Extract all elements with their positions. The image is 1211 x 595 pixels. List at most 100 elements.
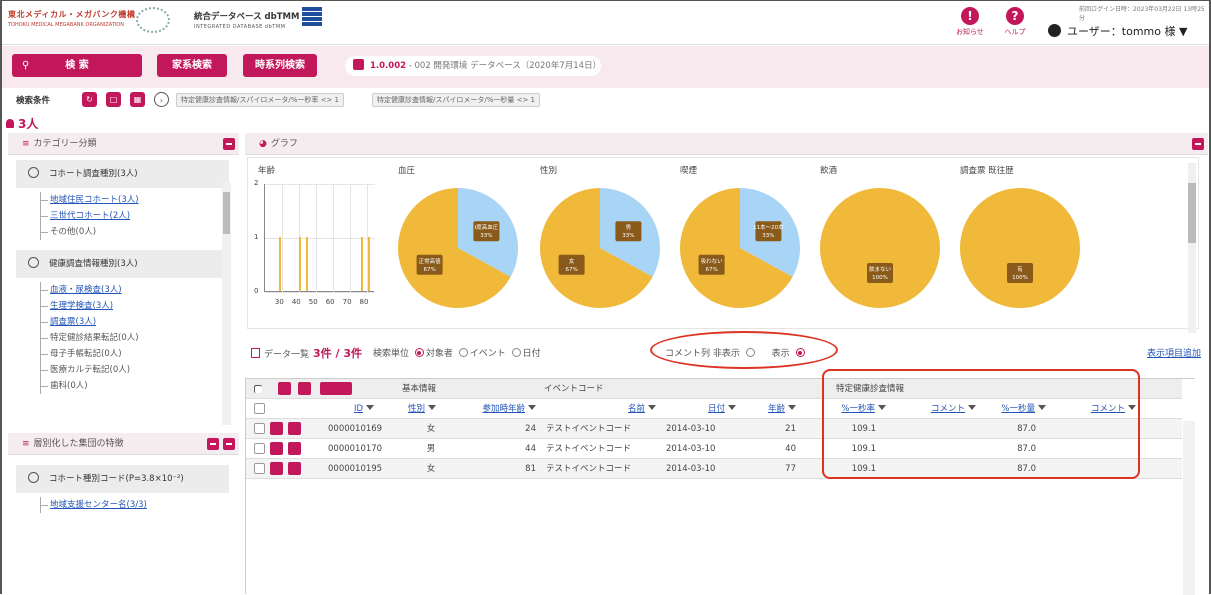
search-button[interactable]: ⚲ 検 索 — [12, 54, 142, 77]
user-icon — [1048, 24, 1061, 37]
load-icon[interactable]: ▦ — [130, 92, 145, 107]
group-label: 健康調査情報種別(3人) — [49, 259, 138, 269]
chart-title: 年齢 — [258, 166, 276, 176]
settings-icon[interactable] — [207, 438, 219, 450]
column-header-age[interactable]: 年齢 — [746, 399, 796, 419]
pie-chart: 男 33% 女 67% — [540, 188, 660, 308]
app-header: 東北メディカル・メガバンク機構 TOHOKU MEDICAL MEGABANK … — [2, 1, 1209, 45]
slice-percent: 33% — [480, 233, 492, 239]
help-button[interactable]: ? ヘルプ — [997, 7, 1033, 37]
timeseries-search-button[interactable]: 時系列検索 — [243, 54, 317, 77]
list-item: 特定健診結果転記(0人) — [8, 330, 239, 346]
column-label: 参加時年齢 — [482, 404, 525, 414]
chart-icon: ◕ — [259, 139, 267, 149]
radio-label: イベント — [469, 349, 506, 359]
filter-icon[interactable] — [728, 405, 736, 410]
unit-radio-date[interactable] — [511, 348, 521, 357]
download-icon[interactable] — [278, 382, 291, 395]
pie-slice[interactable] — [960, 188, 1080, 308]
cell-event-age: 21 — [785, 424, 796, 434]
family-search-button[interactable]: 家系検索 — [157, 54, 227, 77]
chevron-down-icon — [28, 257, 39, 268]
db-title: 統合データベース dbTMM — [194, 12, 300, 22]
add-display-item-link[interactable]: 表示項目追加 — [1147, 343, 1201, 365]
person-icon[interactable] — [288, 462, 301, 475]
filter-icon[interactable] — [428, 405, 436, 410]
highlight-oval — [650, 331, 838, 369]
column-header-id[interactable]: ID — [306, 399, 374, 419]
notice-button[interactable]: ! お知らせ — [952, 7, 988, 37]
person-icon[interactable] — [288, 442, 301, 455]
filter-icon[interactable] — [788, 405, 796, 410]
item-label: 歯科(0人) — [50, 381, 88, 391]
item-label: 三世代コホート(2人) — [50, 211, 131, 221]
user-menu[interactable]: ユーザー：tommo 様 ▼ — [1048, 23, 1187, 39]
cell-age: 81 — [525, 464, 536, 474]
refresh-icon[interactable]: ↻ — [82, 92, 97, 107]
row-checkbox[interactable] — [254, 463, 265, 474]
collapse-icon[interactable] — [1192, 138, 1204, 150]
pie-slice[interactable] — [820, 188, 940, 308]
cell-age: 44 — [525, 444, 536, 454]
family-icon[interactable] — [270, 462, 283, 475]
list-item[interactable]: 生理学検査(3人) — [8, 298, 239, 314]
select-all-checkbox[interactable] — [254, 403, 265, 414]
list-item[interactable]: 調査票(3人) — [8, 314, 239, 330]
category-scrollbar[interactable] — [222, 182, 231, 425]
cell-id: 0000010195 — [328, 464, 383, 474]
collapse-icon[interactable] — [223, 138, 235, 150]
item-label: 地域支援センター名(3/3) — [50, 500, 147, 510]
family-icon[interactable] — [270, 442, 283, 455]
person-icon[interactable] — [288, 422, 301, 435]
row-checkbox[interactable] — [254, 443, 265, 454]
cell-sex: 女 — [426, 424, 436, 434]
slice-label: 有 — [1017, 265, 1023, 273]
list-item[interactable]: 地域住民コホート(3人) — [8, 192, 239, 208]
category-tree: コホート調査種別(3人) 地域住民コホート(3人) 三世代コホート(2人) その… — [8, 155, 239, 425]
column-header-name[interactable]: 名前 — [546, 399, 656, 419]
list-item[interactable]: 血液・尿検査(3人) — [8, 282, 239, 298]
slice-percent: 67% — [705, 267, 717, 273]
pin-icon[interactable] — [298, 382, 311, 395]
table-corner-icon[interactable] — [254, 385, 262, 393]
column-header-date[interactable]: 日付 — [666, 399, 736, 419]
slice-percent: 33% — [622, 233, 634, 239]
column-header-sex[interactable]: 性別 — [376, 399, 436, 419]
category-group[interactable]: 健康調査情報種別(3人) — [16, 250, 229, 278]
collapse-icon[interactable] — [223, 438, 235, 450]
graph-scrollbar[interactable] — [1188, 163, 1196, 333]
slice-percent: 100% — [872, 275, 888, 281]
item-label: 生理学検査(3人) — [50, 301, 114, 311]
cell-id: 0000010169 — [328, 424, 383, 434]
cell-name: テストイベントコード — [546, 424, 632, 434]
cell-age: 24 — [525, 424, 536, 434]
list-item[interactable]: 三世代コホート(2人) — [8, 208, 239, 224]
list-item[interactable]: 地域支援センター名(3/3) — [8, 497, 239, 513]
unit-radio-subject[interactable] — [414, 348, 424, 357]
feature-group[interactable]: コホート種別コード(P=3.8×10⁻²) — [16, 465, 229, 493]
y-tick-label: 0 — [254, 287, 259, 295]
column-label: ID — [353, 404, 363, 414]
category-group[interactable]: コホート調査種別(3人) — [16, 160, 229, 188]
condition-chip[interactable]: 特定健康診査情報/スパイロメータ/%一秒量 <> 1 — [372, 93, 541, 107]
row-checkbox[interactable] — [254, 423, 265, 434]
save-icon[interactable]: □ — [106, 92, 121, 107]
filter-icon[interactable] — [528, 405, 536, 410]
filter-icon[interactable] — [366, 405, 374, 410]
column-header-join-age[interactable]: 参加時年齢 — [446, 399, 536, 419]
view-toggle-icon[interactable] — [320, 382, 352, 395]
expand-conditions-icon[interactable]: › — [154, 92, 169, 107]
db-title-block: 統合データベース dbTMM INTEGRATED DATABASE dbTMM — [194, 10, 299, 30]
filter-icon[interactable] — [648, 405, 656, 410]
database-icon — [302, 7, 322, 29]
result-count-value: 3人 — [18, 117, 39, 131]
x-tick-label: 70 — [342, 298, 352, 306]
info-icon: ! — [961, 7, 979, 25]
table-scrollbar[interactable] — [1183, 421, 1195, 595]
condition-chip[interactable]: 特定健康診査情報/スパイロメータ/%一秒率 <> 1 — [176, 93, 345, 107]
org-logo[interactable]: 東北メディカル・メガバンク機構 TOHOKU MEDICAL MEGABANK … — [8, 7, 170, 35]
family-icon[interactable] — [270, 422, 283, 435]
item-label: その他(0人) — [50, 227, 97, 237]
unit-radio-event[interactable] — [458, 348, 468, 357]
document-icon — [251, 348, 260, 358]
